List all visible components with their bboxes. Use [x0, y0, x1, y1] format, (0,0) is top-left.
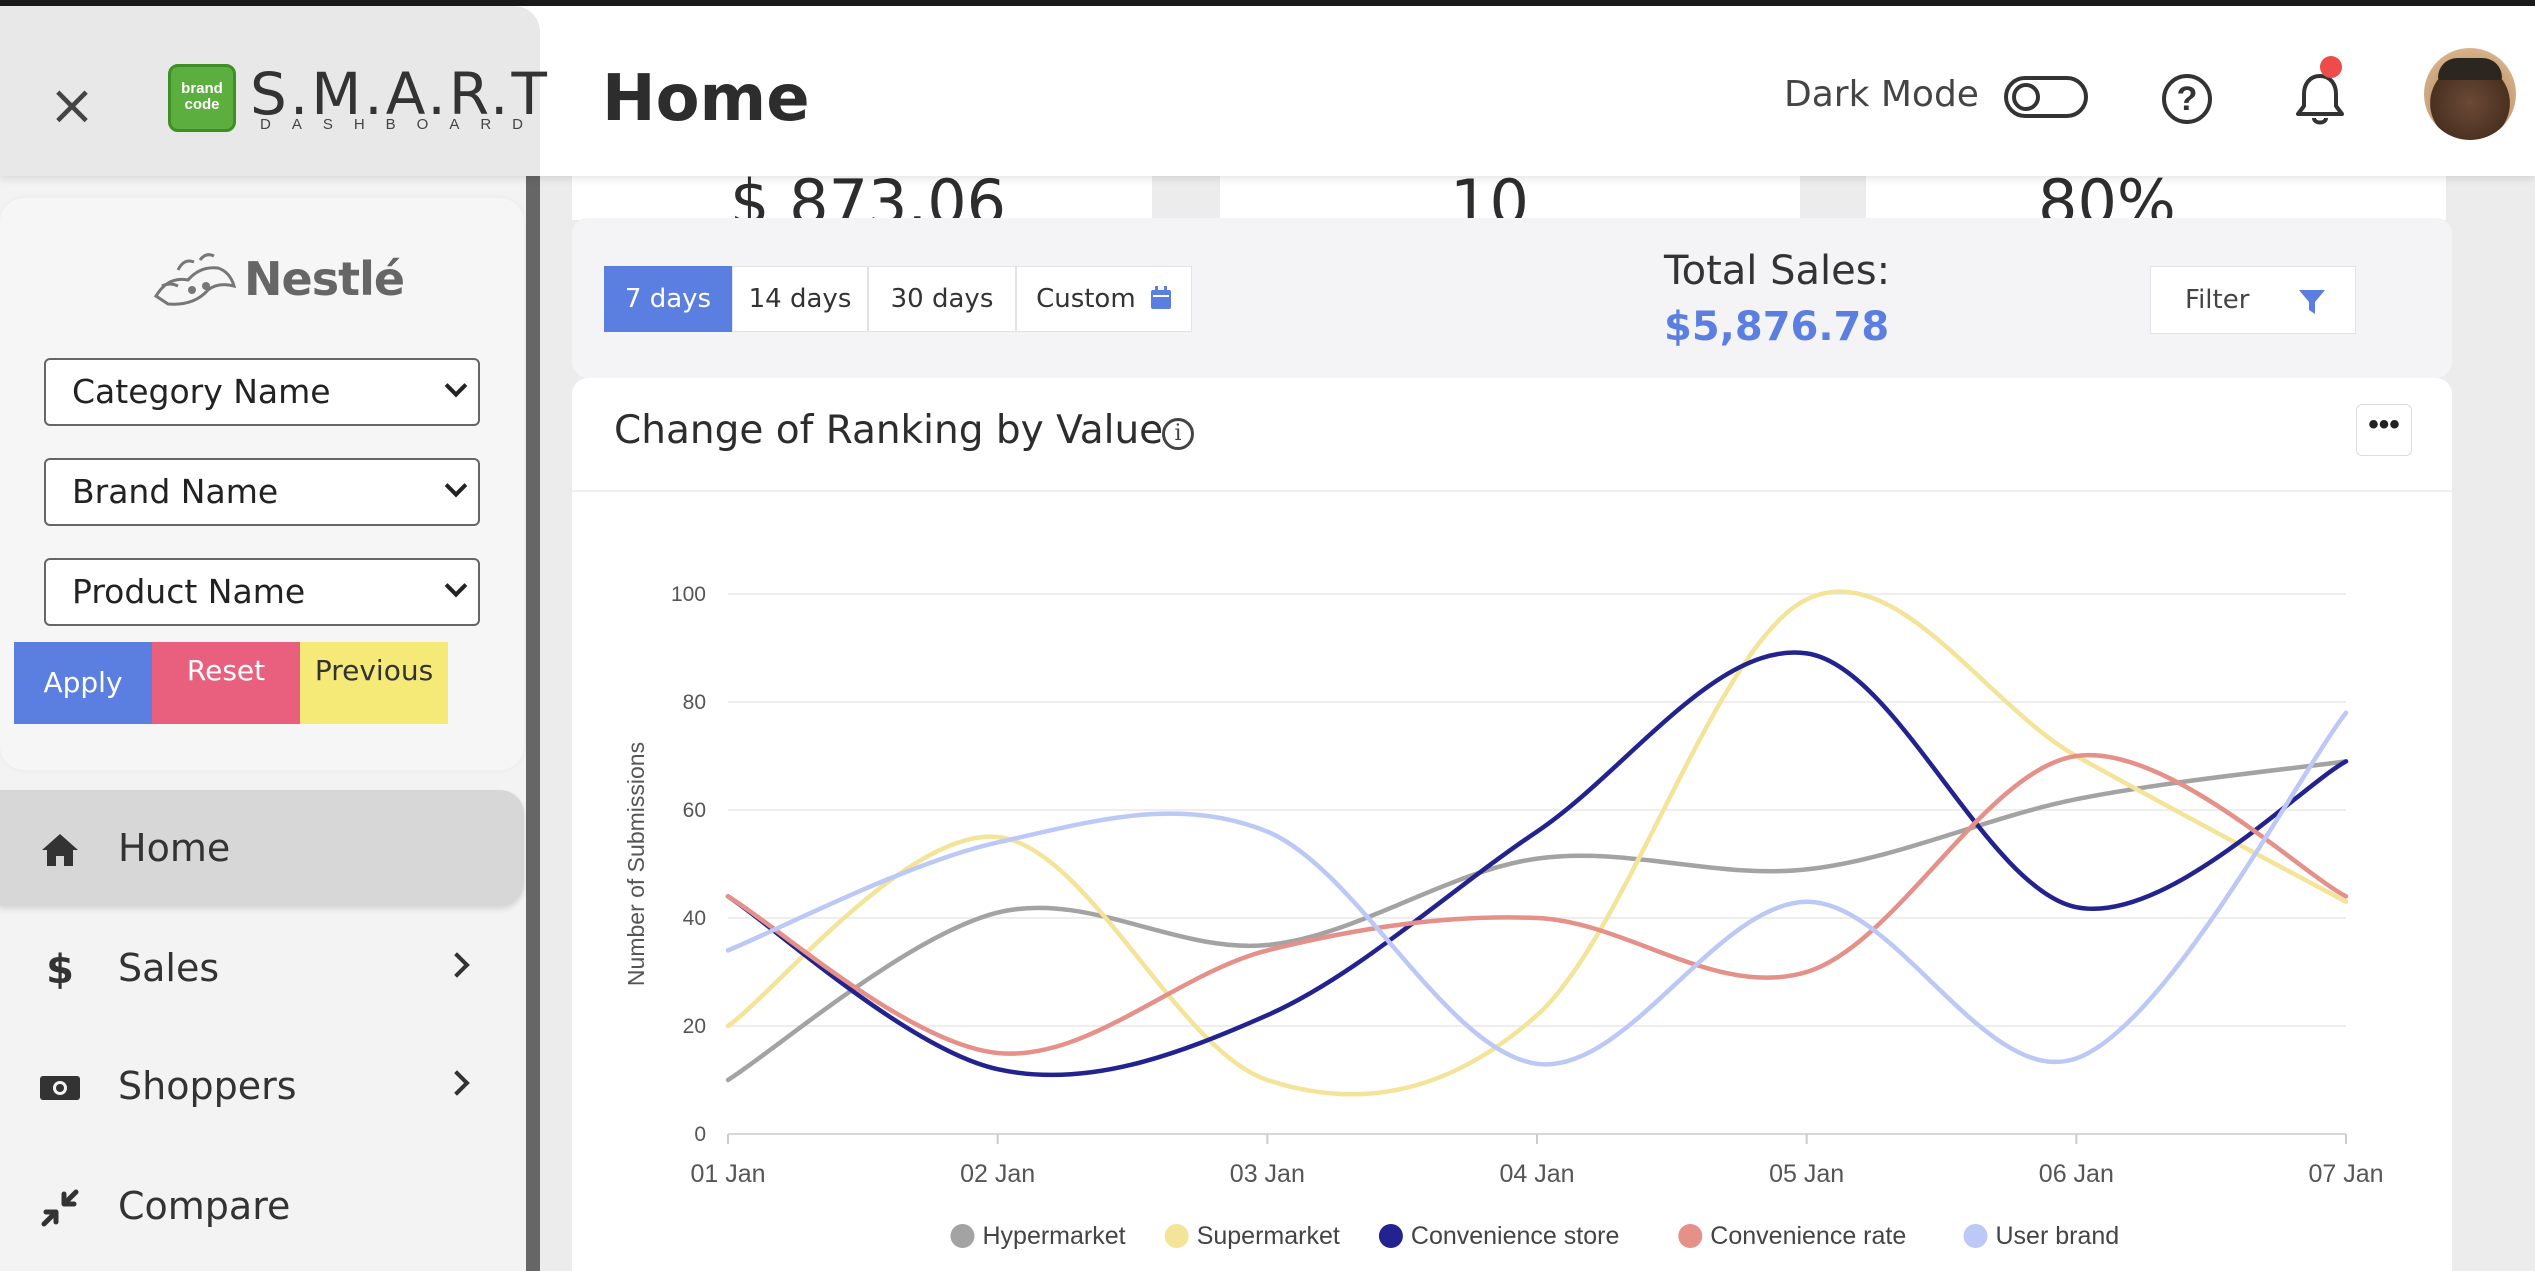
- x-tick-label: 03 Jan: [1230, 1160, 1305, 1188]
- x-tick-label: 07 Jan: [2308, 1160, 2383, 1188]
- kpi-value: 80%: [2038, 176, 2176, 220]
- sidebar-item-shoppers[interactable]: Shoppers: [0, 1028, 524, 1144]
- user-avatar[interactable]: [2424, 48, 2516, 140]
- kpi-card: 80%: [1866, 176, 2446, 220]
- legend-label: Convenience rate: [1710, 1222, 1906, 1250]
- range-14-days-button[interactable]: 14 days: [732, 266, 868, 332]
- total-sales-value: $5,876.78: [1664, 304, 1890, 350]
- client-logo-text: Nestlé: [244, 252, 405, 306]
- chevron-down-icon: [444, 474, 468, 498]
- total-sales-label: Total Sales:: [1664, 248, 1891, 294]
- product-select-value: Product Name: [72, 572, 306, 611]
- y-axis-label: Number of Submissions: [623, 742, 649, 986]
- filter-icon: [2299, 290, 2325, 314]
- kpi-card: 10: [1220, 176, 1800, 220]
- sidebar-item-home[interactable]: Home: [0, 790, 524, 906]
- legend-label: User brand: [1996, 1222, 2120, 1250]
- sidebar-item-label: Sales: [118, 946, 220, 990]
- legend-marker: [1164, 1224, 1189, 1248]
- sidebar-item-label: Shoppers: [118, 1064, 297, 1108]
- dark-mode-toggle[interactable]: [2004, 76, 2088, 118]
- series-line-4: [725, 710, 2349, 1067]
- x-tick-label: 01 Jan: [690, 1160, 765, 1188]
- previous-button[interactable]: Previous: [300, 642, 448, 724]
- sidebar-item-label: Home: [118, 826, 231, 870]
- y-tick-label: 20: [683, 1015, 706, 1038]
- sidebar-item-sales[interactable]: $ Sales: [0, 910, 524, 1026]
- range-custom-button[interactable]: Custom: [1016, 266, 1192, 332]
- brand-select-value: Brand Name: [72, 472, 279, 511]
- avatar-cap: [2438, 58, 2502, 80]
- apply-button[interactable]: Apply: [14, 642, 152, 724]
- chevron-down-icon: [444, 574, 468, 598]
- notification-dot: [2320, 56, 2342, 78]
- dollar-icon: $: [46, 947, 74, 993]
- reset-button[interactable]: Reset: [152, 642, 300, 724]
- brand-logo[interactable]: brand code S.M.A.R.T DASHBOARD: [168, 60, 547, 136]
- sidebar-item-label: Compare: [118, 1184, 291, 1228]
- logo-area: × brand code S.M.A.R.T DASHBOARD: [0, 6, 547, 176]
- x-tick-label: 04 Jan: [1499, 1160, 1574, 1188]
- kpi-card: $ 873.06: [572, 176, 1152, 220]
- brand-subtitle: DASHBOARD: [260, 116, 545, 133]
- y-tick-label: 40: [683, 907, 706, 930]
- series-line-3: [725, 752, 2349, 1056]
- money-icon: [40, 1076, 80, 1100]
- legend-marker: [1678, 1224, 1703, 1248]
- filter-label: Filter: [2185, 285, 2250, 315]
- bell-icon[interactable]: [2292, 70, 2348, 128]
- date-range-bar: 7 days 14 days 30 days Custom Total Sale…: [572, 218, 2452, 378]
- help-icon[interactable]: ?: [2162, 74, 2212, 124]
- legend-marker: [1378, 1224, 1403, 1248]
- chart-card: Change of Ranking by Value i ••• 0 20 40 60…: [572, 378, 2452, 1271]
- kpi-row: $ 873.06 10 80%: [572, 176, 2452, 220]
- home-icon: [42, 834, 78, 866]
- line-chart: 0 20 40 60 80 100 01 Jan 02 Jan 03 Jan 04 Jan 05 J…: [623, 583, 2384, 1250]
- chevron-right-icon: [444, 952, 470, 978]
- filter-button[interactable]: Filter: [2150, 266, 2356, 334]
- toggle-knob: [2012, 83, 2040, 111]
- page-title: Home: [602, 62, 810, 136]
- client-logo: Nestlé: [148, 246, 405, 316]
- legend-label: Convenience store: [1411, 1222, 1619, 1250]
- sidebar-item-compare[interactable]: Compare: [0, 1148, 524, 1264]
- calendar-icon: [1150, 286, 1171, 309]
- x-tick-label: 02 Jan: [960, 1160, 1035, 1188]
- y-tick-label: 0: [694, 1123, 706, 1146]
- category-select[interactable]: Category Name: [44, 358, 480, 426]
- x-tick-label: 05 Jan: [1769, 1160, 1844, 1188]
- compress-icon: [41, 1189, 79, 1227]
- legend-marker: [1963, 1224, 1988, 1248]
- range-7-days-button[interactable]: 7 days: [604, 266, 732, 332]
- range-custom-label: Custom: [1036, 284, 1136, 314]
- close-icon[interactable]: ×: [42, 76, 102, 136]
- dark-mode-label: Dark Mode: [1784, 74, 1979, 115]
- category-select-value: Category Name: [72, 372, 331, 411]
- legend-label: Hypermarket: [983, 1222, 1126, 1250]
- kpi-value: 10: [1450, 176, 1529, 220]
- y-tick-label: 60: [683, 799, 706, 822]
- brand-select[interactable]: Brand Name: [44, 458, 480, 526]
- series-line-2: [725, 650, 2349, 1078]
- legend-marker: [950, 1224, 975, 1248]
- range-30-days-button[interactable]: 30 days: [868, 266, 1016, 332]
- legend-label: Supermarket: [1197, 1222, 1340, 1250]
- x-tick-label: 06 Jan: [2039, 1160, 2114, 1188]
- series-line-1: [725, 589, 2349, 1097]
- kpi-value: $ 873.06: [730, 176, 1007, 220]
- chevron-right-icon: [444, 1070, 470, 1096]
- brand-badge: brand code: [168, 64, 236, 132]
- product-select[interactable]: Product Name: [44, 558, 480, 626]
- y-tick-label: 80: [683, 691, 706, 714]
- chevron-down-icon: [444, 374, 468, 398]
- y-tick-label: 100: [671, 583, 706, 606]
- sidebar-scrollbar[interactable]: [526, 176, 540, 1271]
- nest-bird-icon: [153, 253, 237, 306]
